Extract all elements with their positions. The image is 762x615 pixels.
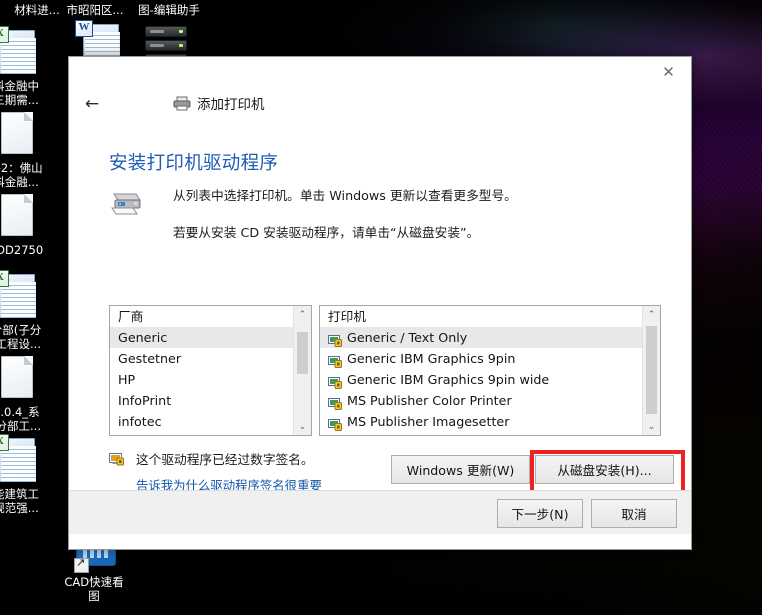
manufacturer-list-scrollbar[interactable]: ⌃ ⌄ [293,306,311,435]
desktop-icon-label-text: C.0.4_系(分部工... [0,405,41,433]
scrollbar-thumb[interactable] [297,332,308,374]
back-arrow-icon[interactable]: ← [79,91,105,117]
desktop-icon-label-text: 分部(子分)工程设... [0,323,42,351]
signed-driver-icon [109,451,124,466]
scroll-down-icon[interactable]: ⌄ [294,418,311,435]
list-item-label: MS Publisher Color Printer [347,393,512,408]
list-item-label: Generic [118,330,168,345]
printer-list[interactable]: 打印机 Generic / Text Only Generic IBM Graphi… [319,305,661,436]
cancel-button[interactable]: 取消 [591,499,677,528]
intro-text-line-1: 从列表中选择打印机。单击 Windows 更新以查看更多型号。 [173,188,517,203]
desktop-icon-label-text: 能建筑工规范强... [0,487,39,515]
dialog-title-bar: ✕ [69,57,691,91]
wizard-nav-row: ← 添加打印机 [69,91,691,121]
printer-small-icon [328,374,342,389]
list-item[interactable]: Gestetner [110,348,294,369]
doc-file-icon [0,192,39,242]
printer-large-icon [109,191,143,217]
scroll-up-icon[interactable]: ⌃ [643,306,660,323]
manufacturer-list-header: 厂商 [118,309,144,324]
desktop-icon-label-text: CAD快速看图 [64,575,124,603]
doc-file-icon [0,354,39,404]
scrollbar-thumb[interactable] [646,326,657,414]
printer-list-scrollbar[interactable]: ⌃ ⌄ [642,306,660,435]
add-printer-dialog: ✕ ← 添加打印机 安装打印机驱动程序 从列表中选择打印机。单击 Windows… [68,56,692,550]
scroll-down-icon[interactable]: ⌄ [643,418,660,435]
scroll-up-icon[interactable]: ⌃ [294,306,311,323]
desktop-icon-doc-dd2750[interactable]: 2DD2750 [0,192,54,258]
printer-small-icon [328,416,342,431]
list-item-label: Generic / Text Only [347,330,468,345]
desktop-icon-doc-c04[interactable]: C.0.4_系(分部工... [0,354,54,433]
list-item-label: Generic IBM Graphics 9pin [347,351,516,366]
list-item[interactable]: InfoPrint [110,390,294,411]
list-item[interactable]: HP [110,369,294,390]
wizard-title: 添加打印机 [197,97,265,113]
doc-file-icon [0,110,39,160]
list-item[interactable]: infotec [110,411,294,432]
excel-file-icon: X [0,434,39,486]
list-item[interactable]: MS Publisher Color Printer [320,390,643,411]
intro-block: 从列表中选择打印机。单击 Windows 更新以查看更多型号。 若要从安装 CD… [109,187,661,242]
list-item-label: Gestetner [118,351,182,366]
desktop-icon-label-text: 科金融中三期需... [0,79,39,107]
excel-file-icon: X [0,26,39,78]
windows-update-button[interactable]: Windows 更新(W) [391,455,530,484]
signature-text: 这个驱动程序已经过数字签名。 [136,452,314,467]
desktop-icon-excel-green-building[interactable]: X能建筑工规范强... [0,434,54,515]
have-disk-button[interactable]: 从磁盘安装(H)... [535,455,674,484]
desktop-icon-excel-finance[interactable]: X科金融中三期需... [0,26,54,107]
list-item[interactable]: Generic [110,327,294,348]
page-title: 安装打印机驱动程序 [109,153,279,174]
driver-signature-block: 这个驱动程序已经过数字签名。 告诉我为什么驱动程序签名很重要 [109,449,322,494]
printer-small-icon [328,332,342,347]
printer-icon [173,96,191,111]
list-item-label: Generic IBM Graphics 9pin wide [347,372,550,387]
manufacturer-list[interactable]: 厂商 Generic Gestetner HP InfoPrint infotec ⌃ ⌄ [109,305,312,436]
dialog-footer: 下一步(N) 取消 [69,490,691,534]
dialog-body: 安装打印机驱动程序 从列表中选择打印机。单击 Windows 更新以查看更多型号… [69,121,691,534]
intro-text-line-2: 若要从安装 CD 安装驱动程序，请单击“从磁盘安装”。 [173,225,480,240]
list-item[interactable]: Generic IBM Graphics 9pin [320,348,643,369]
list-item-label: MS Publisher Imagesetter [347,414,510,429]
printer-small-icon [328,395,342,410]
list-item[interactable]: MS Publisher Imagesetter [320,411,643,432]
printer-small-icon [328,353,342,368]
list-item[interactable]: Generic IBM Graphics 9pin wide [320,369,643,390]
desktop-icon-excel-subproject[interactable]: X分部(子分)工程设... [0,270,54,351]
printer-list-header: 打印机 [328,309,367,324]
desktop-icon-doc-foshan[interactable]: 牛2：佛山科金融... [0,110,54,189]
close-icon[interactable]: ✕ [646,57,691,87]
list-item-label: InfoPrint [118,393,172,408]
desktop-icon-label: 图-编辑助手 [126,2,212,18]
list-item[interactable]: Generic / Text Only [320,327,643,348]
list-item-label: HP [118,372,136,387]
desktop-icon-label-text: 图-编辑助手 [138,3,200,17]
desktop-icon-label-text: 2DD2750 [0,243,44,257]
list-item-label: infotec [118,414,162,429]
next-button[interactable]: 下一步(N) [497,499,583,528]
desktop-icon-label-text: 牛2：佛山科金融... [0,161,43,189]
excel-file-icon: X [0,270,39,322]
